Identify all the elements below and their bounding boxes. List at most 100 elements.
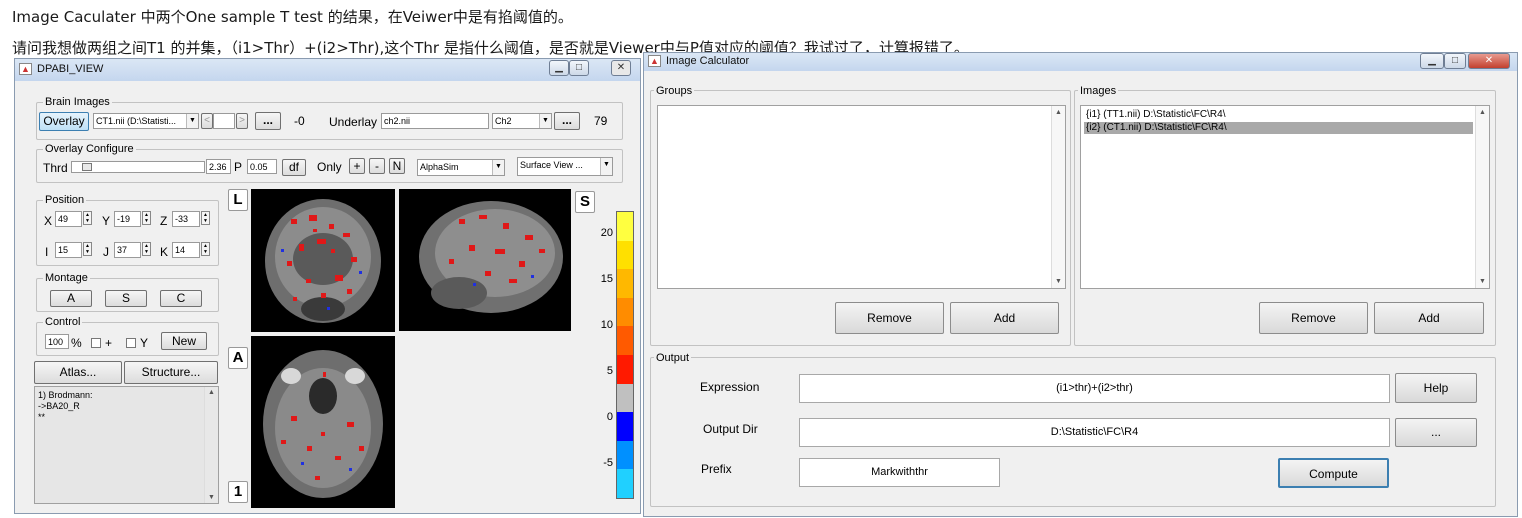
help-button[interactable]: Help [1395,373,1477,403]
coronal-slice-view[interactable] [251,189,395,332]
calc-maximize-button[interactable]: □ [1444,53,1466,69]
calc-close-button[interactable]: ✕ [1468,53,1510,69]
overlay-configure-title: Overlay Configure [43,142,136,156]
n-button[interactable]: N [389,158,405,174]
next-overlay-button[interactable]: > [236,113,248,129]
j-spinner[interactable]: ▲ ▼ [142,242,151,256]
groups-remove-button[interactable]: Remove [835,302,944,334]
colorbar-tick-minus-5: -5 [603,457,613,469]
thrd-value-field[interactable]: 2.36 [206,159,231,174]
overlay-button[interactable]: Overlay [39,112,89,131]
overlay-more-button[interactable]: ... [255,112,281,130]
x-field[interactable]: 49 [55,211,82,227]
images-list-item[interactable]: {i1} (TT1.nii) D:\Statistic\FC\R4\ [1084,109,1473,121]
i-spinner[interactable]: ▲ ▼ [83,242,92,256]
surface-view-combo[interactable]: Surface View ... ▼ [517,157,613,176]
alphasim-combo[interactable]: AlphaSim ▼ [417,159,505,176]
maximize-button[interactable]: □ [569,60,589,76]
underlay-file-field[interactable]: ch2.nii [381,113,489,129]
calc-window-title: Image Calculator [666,55,750,67]
k-field[interactable]: 14 [172,242,200,258]
view-slice-number[interactable]: 1 [228,481,248,503]
window-title: DPABI_VIEW [37,63,104,75]
images-scrollbar[interactable]: ▲ ▼ [1475,106,1489,288]
prev-overlay-button[interactable]: < [201,113,213,129]
only-label: Only [317,160,342,174]
atlas-button[interactable]: Atlas... [34,361,122,384]
prefix-input[interactable]: Markwiththr [799,458,1000,487]
expression-input[interactable]: (i1>thr)+(i2>thr) [799,374,1390,403]
p-label: P [234,160,243,174]
chevron-down-icon: ▼ [600,158,612,175]
dpabi-titlebar[interactable]: ▲ DPABI_VIEW ▁ □ ✕ [15,59,640,81]
y-label: Y [102,214,111,228]
montage-s-button[interactable]: S [105,290,147,307]
output-dir-input[interactable]: D:\Statistic\FC\R4 [799,418,1390,447]
info-line-3: ** [38,412,46,422]
groups-scrollbar[interactable]: ▲ ▼ [1051,106,1065,288]
j-field[interactable]: 37 [114,242,141,258]
images-add-button[interactable]: Add [1374,302,1484,334]
threshold-slider[interactable] [71,161,205,173]
groups-listbox[interactable]: ▲ ▼ [657,105,1066,289]
view-superior-marker[interactable]: S [575,191,595,213]
matlab-icon: ▲ [648,55,661,67]
groups-add-button[interactable]: Add [950,302,1059,334]
brain-images-title: Brain Images [43,95,112,109]
calc-minimize-button[interactable]: ▁ [1420,53,1444,69]
expression-label: Expression [700,380,760,394]
z-label: Z [160,214,168,228]
underlay-combo[interactable]: Ch2 ▼ [492,113,552,129]
axial-slice-view[interactable] [251,336,395,508]
images-list-item-selected[interactable]: {i2} (CT1.nii) D:\Statistic\FC\R4\ [1084,122,1473,134]
matlab-icon: ▲ [19,63,32,75]
underlay-more-button[interactable]: ... [554,112,580,130]
montage-title: Montage [43,271,90,285]
underlay-combo-value: Ch2 [495,116,512,126]
view-anterior-marker[interactable]: A [228,347,248,369]
images-remove-button[interactable]: Remove [1259,302,1368,334]
y-checkbox-label: Y [140,336,149,350]
minimize-button[interactable]: ▁ [549,60,569,76]
overlay-value: -0 [294,114,305,128]
y-field[interactable]: -19 [114,211,141,227]
view-left-marker[interactable]: L [228,189,248,211]
percent-field[interactable]: 100 [45,334,69,349]
sagittal-slice-view[interactable] [399,189,571,331]
p-value-field[interactable]: 0.05 [247,159,277,174]
image-calculator-window: ▲ Image Calculator ▁ □ ✕ Groups ▲ ▼ Remov… [643,52,1518,517]
position-title: Position [43,193,87,207]
i-field[interactable]: 15 [55,242,82,258]
overlay-file-combo[interactable]: CT1.nii (D:\Statisti... ▼ [93,113,199,129]
slider-thumb[interactable] [82,163,92,171]
z-spinner[interactable]: ▲ ▼ [201,211,210,225]
compute-button[interactable]: Compute [1278,458,1389,488]
chevron-down-icon: ▼ [492,160,504,175]
images-listbox[interactable]: {i1} (TT1.nii) D:\Statistic\FC\R4\ {i2} … [1080,105,1490,289]
y-spinner[interactable]: ▲ ▼ [142,211,151,225]
structure-info-box[interactable]: 1) Brodmann: ->BA20_R ** ▲ ▼ [34,386,219,504]
overlay-index-field[interactable] [213,113,235,129]
info-scrollbar[interactable]: ▲ ▼ [204,387,218,503]
structure-button[interactable]: Structure... [124,361,218,384]
z-field[interactable]: -33 [172,211,200,227]
chevron-down-icon: ▼ [539,114,551,128]
y-checkbox[interactable] [126,338,136,348]
plus-checkbox[interactable] [91,338,101,348]
x-spinner[interactable]: ▲ ▼ [83,211,92,225]
colorbar [616,211,634,499]
df-button[interactable]: df [282,159,306,176]
info-line-2: ->BA20_R [38,401,80,411]
montage-a-button[interactable]: A [50,290,92,307]
underlay-value: 79 [594,114,608,128]
only-minus-button[interactable]: - [369,158,385,174]
close-button[interactable]: ✕ [611,60,631,76]
k-spinner[interactable]: ▲ ▼ [201,242,210,256]
control-title: Control [43,315,83,329]
output-dir-browse-button[interactable]: ... [1395,418,1477,447]
montage-c-button[interactable]: C [160,290,202,307]
output-title: Output [654,351,692,365]
calc-titlebar[interactable]: ▲ Image Calculator ▁ □ ✕ [644,53,1517,71]
only-plus-button[interactable]: + [349,158,365,174]
new-button[interactable]: New [161,332,207,350]
